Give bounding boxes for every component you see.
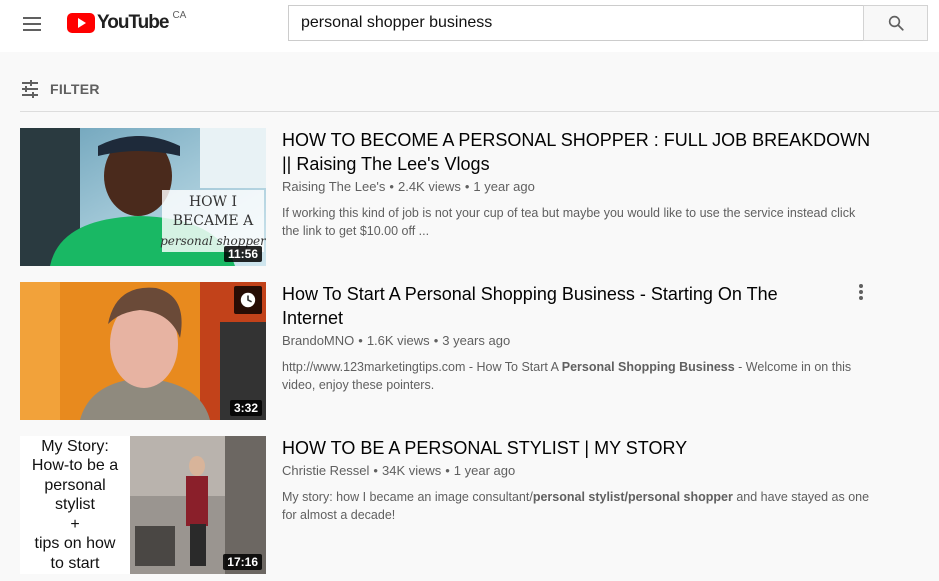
video-title-line: How To Start A Personal Shopping Busines… bbox=[282, 284, 778, 304]
video-title[interactable]: HOW TO BE A PERSONAL STYLIST | MY STORY bbox=[282, 436, 892, 460]
description-line: If working this kind of job is not your … bbox=[282, 206, 856, 220]
description-line: video, enjoy these pointers. bbox=[282, 378, 435, 392]
logo-text: YouTube bbox=[97, 12, 169, 33]
view-count: 34K views bbox=[381, 463, 442, 478]
video-title-line: HOW TO BECOME A PERSONAL SHOPPER : FULL … bbox=[282, 130, 871, 150]
video-result: HOW I BECAME A personal shopper 11:56 HO… bbox=[20, 128, 920, 268]
caption-line: personal bbox=[44, 476, 106, 494]
view-count: 1.6K views bbox=[366, 333, 430, 348]
description-line: the link to get $10.00 off ... bbox=[282, 224, 430, 238]
video-description: If working this kind of job is not your … bbox=[282, 204, 892, 240]
upload-age: 1 year ago bbox=[453, 463, 516, 478]
more-options-icon[interactable] bbox=[856, 282, 866, 302]
video-meta: Raising The Lee's • 2.4K views • 1 year ago bbox=[282, 179, 535, 194]
filter-button[interactable]: FILTER bbox=[20, 76, 100, 102]
caption-line: + bbox=[70, 515, 80, 533]
upload-age: 1 year ago bbox=[473, 179, 535, 194]
video-duration: 17:16 bbox=[223, 554, 262, 570]
description-highlight: Personal Shopping Business bbox=[561, 360, 735, 374]
caption-line: How-to be a bbox=[31, 457, 119, 475]
video-duration: 11:56 bbox=[223, 246, 262, 262]
video-title[interactable]: HOW TO BECOME A PERSONAL SHOPPER : FULL … bbox=[282, 128, 892, 176]
logo-region: CA bbox=[172, 9, 187, 21]
description-highlight: personal stylist/personal shopper bbox=[532, 490, 733, 504]
watch-later-button[interactable] bbox=[234, 286, 262, 314]
description-line: My story: how I became an image consulta… bbox=[282, 488, 892, 506]
youtube-play-icon bbox=[67, 13, 95, 33]
search-icon bbox=[888, 15, 904, 31]
clock-icon bbox=[240, 292, 256, 308]
caption-line: stylist bbox=[55, 496, 95, 514]
thumb-text-1: HOW I bbox=[189, 194, 237, 210]
thumbnail-caption: My Story: How-to be a personal stylist +… bbox=[20, 436, 130, 574]
channel-name[interactable]: Christie Ressel bbox=[282, 463, 369, 478]
video-thumbnail[interactable]: 3:32 bbox=[20, 282, 266, 420]
description-line: http://www.123marketingtips.com - How To… bbox=[282, 358, 892, 376]
filter-sliders-icon bbox=[22, 80, 38, 98]
video-info: HOW TO BE A PERSONAL STYLIST | MY STORY … bbox=[282, 436, 892, 524]
menu-icon[interactable] bbox=[19, 12, 45, 36]
masthead: YouTube CA bbox=[0, 0, 939, 52]
video-thumbnail[interactable]: My Story: How-to be a personal stylist +… bbox=[20, 436, 266, 574]
divider bbox=[20, 111, 939, 112]
video-description: http://www.123marketingtips.com - How To… bbox=[282, 358, 892, 394]
description-text: My story: how I became an image consulta… bbox=[282, 490, 533, 504]
description-text: and have stayed as one bbox=[732, 490, 870, 504]
video-title[interactable]: How To Start A Personal Shopping Busines… bbox=[282, 282, 892, 330]
caption-line: My Story: bbox=[41, 437, 109, 455]
video-duration: 3:32 bbox=[229, 400, 262, 416]
caption-line: tips on how bbox=[34, 535, 116, 553]
video-title-line: Internet bbox=[282, 308, 344, 328]
video-description: My story: how I became an image consulta… bbox=[282, 488, 892, 524]
video-result: My Story: How-to be a personal stylist +… bbox=[20, 436, 920, 576]
video-meta: BrandoMNO • 1.6K views • 3 years ago bbox=[282, 333, 511, 348]
search-button[interactable] bbox=[863, 5, 928, 41]
thumbnail-image bbox=[20, 282, 266, 420]
view-count: 2.4K views bbox=[397, 179, 461, 194]
thumb-text-2: BECAME A bbox=[173, 213, 254, 229]
upload-age: 3 years ago bbox=[442, 333, 511, 348]
video-info: How To Start A Personal Shopping Busines… bbox=[282, 282, 892, 394]
video-thumbnail[interactable]: HOW I BECAME A personal shopper 11:56 bbox=[20, 128, 266, 266]
caption-line: to start bbox=[50, 554, 100, 572]
description-text: - Welcome in on this bbox=[734, 360, 852, 374]
video-title-line: HOW TO BE A PERSONAL STYLIST | MY STORY bbox=[282, 438, 688, 458]
video-result: 3:32 How To Start A Personal Shopping Bu… bbox=[20, 282, 920, 422]
description-text: http://www.123marketingtips.com - How To… bbox=[282, 360, 562, 374]
youtube-logo[interactable]: YouTube CA bbox=[67, 9, 187, 35]
video-meta: Christie Ressel • 34K views • 1 year ago bbox=[282, 463, 516, 478]
search-input[interactable] bbox=[301, 14, 852, 32]
search-box bbox=[288, 5, 864, 41]
description-line: for almost a decade! bbox=[282, 508, 396, 522]
video-info: HOW TO BECOME A PERSONAL SHOPPER : FULL … bbox=[282, 128, 892, 240]
video-title-line: || Raising The Lee's Vlogs bbox=[282, 154, 490, 174]
channel-name[interactable]: Raising The Lee's bbox=[282, 179, 385, 194]
filter-label: FILTER bbox=[50, 81, 100, 97]
channel-name[interactable]: BrandoMNO bbox=[282, 333, 354, 348]
